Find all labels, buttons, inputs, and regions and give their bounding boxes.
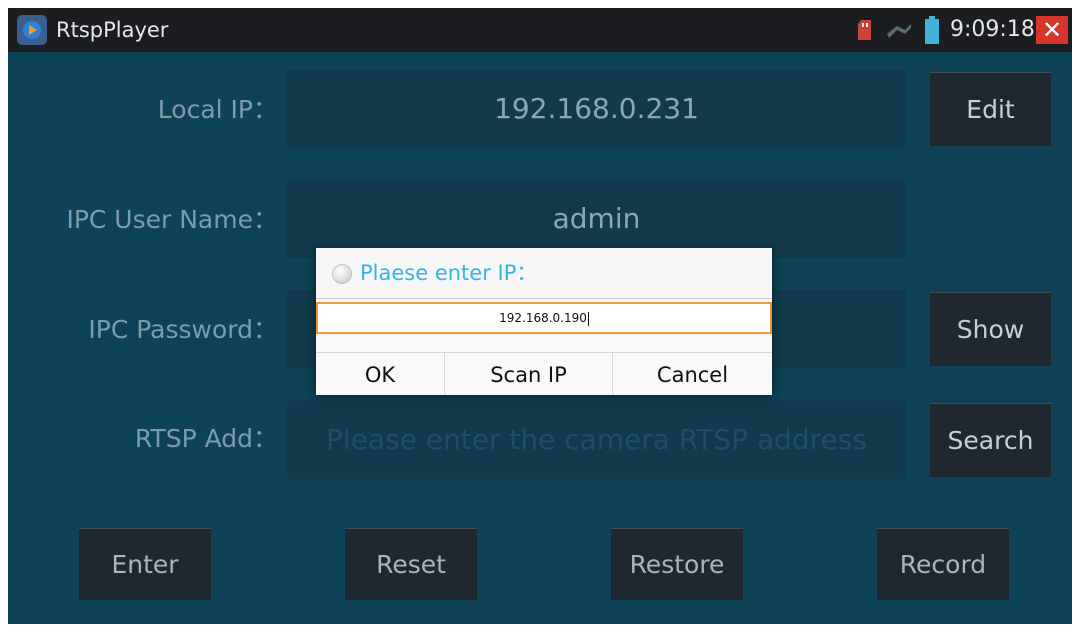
record-button[interactable]: Record xyxy=(877,528,1009,600)
sd-card-icon xyxy=(858,20,871,40)
rtsp-address-field[interactable]: Please enter the camera RTSP address xyxy=(287,401,906,479)
password-label: IPC Password： xyxy=(88,315,278,344)
battery-icon xyxy=(925,16,939,44)
user-name-field[interactable]: admin xyxy=(287,180,906,258)
player-app-icon xyxy=(17,15,47,45)
info-icon xyxy=(332,264,352,284)
dialog-title-bar: Plaese enter IP： xyxy=(316,248,772,299)
dialog-title: Plaese enter IP： xyxy=(360,261,538,285)
app-title: RtspPlayer xyxy=(56,18,169,42)
edit-button[interactable]: Edit xyxy=(930,72,1051,146)
user-name-label: IPC User Name： xyxy=(66,205,278,234)
local-ip-label: Local IP： xyxy=(157,95,278,124)
show-button[interactable]: Show xyxy=(930,292,1051,366)
restore-button[interactable]: Restore xyxy=(611,528,743,600)
local-ip-field[interactable]: 192.168.0.231 xyxy=(287,70,906,148)
enter-ip-dialog: Plaese enter IP： 192.168.0.190 OK Scan I… xyxy=(316,248,772,395)
cancel-button[interactable]: Cancel xyxy=(613,353,772,395)
status-clock: 9:09:18 xyxy=(950,17,1035,42)
dialog-button-row: OK Scan IP Cancel xyxy=(316,352,772,395)
rtsp-label: RTSP Add： xyxy=(134,424,278,453)
network-icon xyxy=(887,24,911,38)
search-button[interactable]: Search xyxy=(930,403,1051,477)
close-icon[interactable]: ✕ xyxy=(1036,16,1068,44)
title-bar: RtspPlayer 9:09:18 ✕ xyxy=(8,8,1072,52)
enter-button[interactable]: Enter xyxy=(79,528,211,600)
scan-ip-button[interactable]: Scan IP xyxy=(445,353,612,395)
reset-button[interactable]: Reset xyxy=(345,528,477,600)
ip-input[interactable]: 192.168.0.190 xyxy=(316,302,772,334)
ok-button[interactable]: OK xyxy=(316,353,444,395)
ip-input-value: 192.168.0.190 xyxy=(499,311,587,325)
device-screen: RtspPlayer 9:09:18 ✕ Local IP： 192.168.0… xyxy=(8,8,1072,624)
text-caret xyxy=(587,311,589,326)
